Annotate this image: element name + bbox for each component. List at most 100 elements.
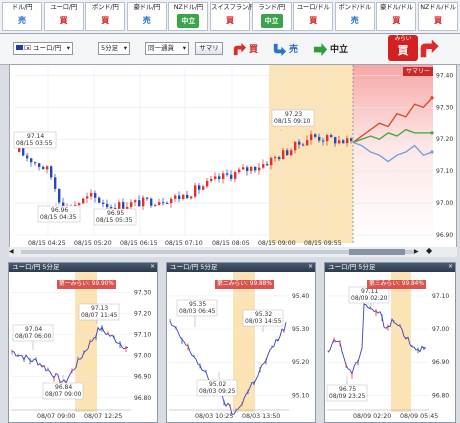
mode-select[interactable]: 同一通貨 ▾ <box>145 42 189 55</box>
currency-tab[interactable]: ユーロ/ドル買 <box>293 2 334 31</box>
currency-tab-label: ユーロ/円 <box>50 3 77 11</box>
jp-flag-icon <box>24 45 31 50</box>
main-chart[interactable]: 97.40 97.30 97.20 97.10 97.00 96.90 08/15 04:… <box>9 64 457 255</box>
annotation-value: 95.32 <box>255 311 272 318</box>
candle <box>126 206 129 209</box>
candle <box>202 186 205 190</box>
annotation-time: 08/15 03:55 <box>16 140 53 147</box>
currency-tab[interactable]: ポンド/円買 <box>85 2 126 31</box>
y-tick-label: 96.90 <box>134 374 151 381</box>
chevron-down-icon: ▾ <box>123 44 127 52</box>
similar-chart-title: ユーロ/円 5分足 <box>325 263 455 272</box>
currency-tab[interactable]: NZドル/円 中立 <box>168 2 209 31</box>
forecast-end-point <box>430 150 434 154</box>
currency-tab[interactable]: ポンド/ドル売 <box>334 2 375 31</box>
prospect-box: みらい 買 <box>388 35 418 61</box>
zoom-slider-icon[interactable]: ◆ <box>426 246 432 255</box>
scroll-right-icon[interactable]: ▶ <box>414 248 419 255</box>
candle <box>194 185 197 197</box>
candle <box>122 202 125 209</box>
candle <box>86 196 89 199</box>
sell-label: 売 <box>289 45 299 55</box>
currency-tab[interactable]: 豪ドル/ドル買 <box>376 2 417 31</box>
currency-tab-signal: 買 <box>392 16 401 25</box>
close-icon[interactable]: × <box>308 263 313 270</box>
currency-tab-label: ポンド/円 <box>91 3 119 11</box>
y-tick-label: 97.00 <box>436 200 453 207</box>
currency-tab[interactable]: スイスフラン/円買 <box>210 2 256 31</box>
similar-chart-1[interactable]: ユーロ/円 5分足 × 97.30 97.20 97.10 97.00 96.90 96.… <box>8 262 158 423</box>
y-tick-label: 95.20 <box>292 359 309 366</box>
scroll-left-icon[interactable]: ◀ <box>9 248 14 255</box>
candle <box>238 169 241 173</box>
annotation-time: 08/03 09:25 <box>199 388 236 395</box>
x-tick-label: 08/15 09:00 <box>258 240 296 247</box>
annotation-value: 96.95 <box>107 210 124 217</box>
annotation-value: 97.14 <box>27 133 44 140</box>
candle <box>338 140 341 144</box>
x-tick-label: 08/15 06:15 <box>120 240 158 247</box>
currency-tab-signal: 売 <box>350 16 359 25</box>
x-tick-label: 08/09 05:45 <box>400 413 438 420</box>
candle <box>162 202 165 204</box>
candle <box>302 144 305 146</box>
annotation-time: 08/15 09:10 <box>274 118 311 125</box>
currency-tab[interactable]: ランド/円 中立 <box>251 2 292 31</box>
x-tick-label: 08/15 09:55 <box>304 240 342 247</box>
candle <box>30 158 33 163</box>
y-tick-label: 97.30 <box>436 104 453 111</box>
candle <box>310 134 313 141</box>
y-tick-label: 97.20 <box>436 136 453 143</box>
candle <box>274 157 277 159</box>
currency-tab-signal: 中立 <box>260 14 283 28</box>
close-icon[interactable]: × <box>150 263 155 270</box>
candle <box>18 148 21 152</box>
annotation-value: 97.23 <box>285 111 302 118</box>
candle <box>282 150 285 160</box>
similar-chart-svg: 95.40 95.30 95.20 95.10 95.3508/03 06:45 95.3… <box>169 272 309 420</box>
time-scrollbar[interactable]: ◀ ▶ ◆ <box>9 246 457 257</box>
candle <box>58 188 61 203</box>
currency-tab[interactable]: NZドル/ドル買 <box>418 2 458 31</box>
annotation-time: 08/03 06:45 <box>179 308 216 315</box>
candle <box>278 157 281 160</box>
candle <box>22 148 25 156</box>
candle <box>322 140 325 142</box>
similar-chart-svg: 97.3097.2097.1097.0096.9096.8097.0408/07… <box>11 272 151 420</box>
highlight-band <box>391 272 411 412</box>
sell-button[interactable]: 売 <box>272 41 310 59</box>
forecast-zone <box>353 65 433 243</box>
currency-tab[interactable]: ドル/円売 <box>2 2 42 31</box>
candle <box>326 135 329 142</box>
buy-button[interactable]: 買 <box>232 41 270 59</box>
annotation-time: 08/09 02:20 <box>351 295 388 302</box>
candle <box>178 195 181 200</box>
annotation-time: 08/07 11:45 <box>81 312 118 319</box>
similar-chart-2[interactable]: ユーロ/円 5分足 × 95.40 95.30 95.20 95.10 95.35 08/… <box>166 262 316 423</box>
pair-select[interactable]: ユーロ/円 ▾ <box>13 42 73 55</box>
candle <box>290 150 293 156</box>
prospect-badge[interactable]: みらい 買 <box>388 35 444 63</box>
y-tick-label: 96.90 <box>436 232 453 239</box>
currency-tab-signal: 買 <box>309 16 318 25</box>
close-icon[interactable]: × <box>448 263 453 270</box>
buy-label: 買 <box>249 45 259 55</box>
candle <box>130 202 133 207</box>
currency-tab-label: ポンド/ドル <box>338 3 372 11</box>
annotation-value: 97.11 <box>361 288 378 295</box>
summary-button[interactable]: サマリ <box>195 42 223 55</box>
interval-select[interactable]: 5分足 ▾ <box>98 42 130 55</box>
currency-tab-label: NZドル/円 <box>173 3 204 11</box>
candle <box>270 157 273 166</box>
neutral-button[interactable]: 中立 <box>313 41 357 59</box>
candle <box>250 166 253 171</box>
scroll-thumb[interactable] <box>349 249 405 255</box>
currency-tab[interactable]: ユーロ/円買 <box>43 2 84 31</box>
similar-chart-3[interactable]: ユーロ/円 5分足 × 97.10 97.00 96.90 96.80 97.11 08/… <box>324 262 456 423</box>
currency-tab-label: NZドル/ドル <box>420 3 456 11</box>
rank-label: 第二みらい: 99.88% <box>215 280 274 289</box>
candle <box>246 167 249 171</box>
y-tick-label: 96.80 <box>432 392 449 399</box>
currency-tab[interactable]: 豪ドル/円売 <box>126 2 167 31</box>
candle <box>158 202 161 206</box>
